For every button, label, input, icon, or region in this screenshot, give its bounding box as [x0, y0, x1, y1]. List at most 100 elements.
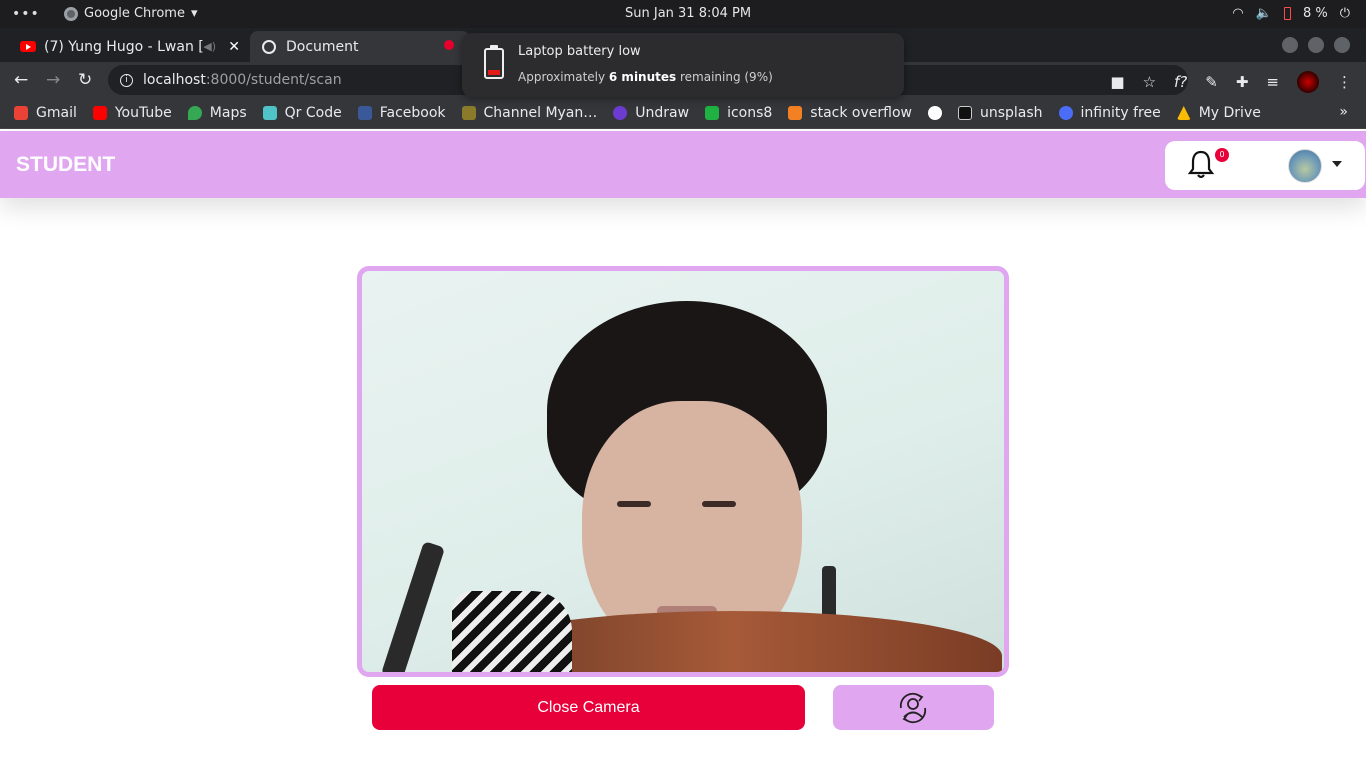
audio-icon[interactable]: ◀) — [203, 40, 216, 53]
facebook-icon — [357, 106, 372, 120]
extensions-puzzle-icon[interactable]: ✚ — [1236, 73, 1249, 91]
brand-title[interactable]: STUDENT — [16, 153, 115, 177]
window-controls — [1282, 37, 1350, 53]
bookmark-label: Channel Myan… — [483, 105, 598, 121]
globe-icon — [262, 39, 276, 54]
os-app-menu[interactable]: Google Chrome ▾ — [64, 6, 198, 21]
infinity-icon — [1058, 106, 1073, 120]
bookmark-stack-overflow[interactable]: stack overflow — [788, 105, 912, 121]
pen-extension-icon[interactable]: ✎ — [1205, 73, 1218, 91]
bookmark-label: My Drive — [1198, 105, 1261, 121]
bookmark-gmail[interactable]: Gmail — [14, 105, 77, 121]
bookmark-label: Maps — [209, 105, 247, 121]
undraw-icon — [613, 106, 628, 120]
site-info-icon[interactable]: i — [120, 73, 133, 87]
camera-chair-left — [380, 541, 446, 672]
qr-code-icon — [262, 106, 277, 120]
bookmark-unsplash[interactable]: unsplash — [957, 105, 1043, 121]
camera-feed — [357, 266, 1009, 677]
os-top-bar: ••• Google Chrome ▾ Sun Jan 31 8:04 PM ◠… — [0, 0, 1366, 28]
icons8-icon — [705, 106, 720, 120]
maps-pin-icon — [187, 106, 202, 120]
chrome-icon — [64, 6, 78, 21]
power-icon: ⏻ — [1339, 6, 1350, 21]
url-path: :8000/student/scan — [205, 72, 342, 88]
back-arrow-icon[interactable]: ← — [14, 70, 28, 90]
youtube-icon — [92, 106, 107, 120]
camera-eye-right — [702, 501, 736, 507]
bookmark-youtube[interactable]: YouTube — [92, 105, 172, 121]
more-menu-icon[interactable]: ⋮ — [1337, 73, 1352, 91]
google-drive-icon — [1176, 106, 1191, 120]
battery-low-icon — [484, 45, 504, 79]
notification-title: Laptop battery low — [518, 44, 641, 59]
close-icon[interactable]: ✕ — [228, 39, 240, 55]
os-status-area[interactable]: ◠ 🔈 8 % ⏻ — [1232, 6, 1350, 21]
close-window-button[interactable] — [1334, 37, 1350, 53]
reload-icon[interactable]: ↻ — [78, 70, 92, 90]
bookmark-label: infinity free — [1080, 105, 1161, 121]
bookmark-facebook[interactable]: Facebook — [357, 105, 446, 121]
close-camera-button[interactable]: Close Camera — [372, 685, 805, 730]
activities-menu-icon[interactable]: ••• — [12, 6, 40, 22]
profile-avatar-icon[interactable] — [1297, 71, 1319, 93]
tab-youtube[interactable]: (7) Yung Hugo - Lwan [ ◀) ✕ — [8, 31, 248, 62]
bookmark-label: Undraw — [635, 105, 690, 121]
stack-overflow-icon — [788, 106, 803, 120]
wifi-icon: ◠ — [1232, 6, 1244, 21]
battery-icon — [1283, 7, 1291, 20]
media-queue-icon[interactable]: ≡ — [1266, 73, 1279, 91]
os-app-name: Google Chrome — [84, 6, 185, 21]
bookmark-label: stack overflow — [810, 105, 912, 121]
battery-percent: 8 % — [1302, 6, 1328, 21]
forward-arrow-icon[interactable]: → — [46, 70, 60, 90]
volume-icon: 🔈 — [1255, 6, 1272, 21]
app-header: STUDENT 0 — [0, 131, 1366, 198]
bookmark-label: Qr Code — [284, 105, 342, 121]
url-host: localhost — [143, 72, 206, 88]
recording-indicator-icon — [444, 40, 454, 50]
maximize-button[interactable] — [1308, 37, 1324, 53]
notification-count-badge: 0 — [1215, 148, 1229, 162]
bookmarks-bar: Gmail YouTube Maps Qr Code Facebook Chan… — [0, 98, 1366, 129]
bookmark-undraw[interactable]: Undraw — [613, 105, 689, 121]
bookmark-unnamed[interactable] — [927, 106, 942, 120]
os-clock[interactable]: Sun Jan 31 8:04 PM — [625, 6, 751, 21]
bookmark-maps[interactable]: Maps — [187, 105, 247, 121]
font-extension-icon[interactable]: f? — [1174, 73, 1187, 91]
battery-low-notification[interactable]: Laptop battery low Approximately 6 minut… — [462, 33, 904, 97]
avatar[interactable] — [1288, 149, 1322, 183]
minimize-button[interactable] — [1282, 37, 1298, 53]
bookmark-label: Facebook — [379, 105, 446, 121]
bookmark-icons8[interactable]: icons8 — [705, 105, 772, 121]
notification-body: Approximately 6 minutes remaining (9%) — [518, 70, 773, 84]
toolbar-icons: ■ ☆ f? ✎ ✚ ≡ ⋮ — [1110, 71, 1352, 93]
bookmark-label: icons8 — [727, 105, 773, 121]
camera-scarf — [452, 591, 572, 672]
channel-myanmar-icon — [461, 106, 476, 120]
caret-down-icon[interactable] — [1332, 161, 1342, 167]
switch-camera-button[interactable] — [833, 685, 994, 730]
bookmark-label: Gmail — [36, 105, 77, 121]
gmail-icon — [14, 106, 28, 120]
bookmark-label: unsplash — [979, 105, 1043, 121]
bookmark-label: YouTube — [114, 105, 172, 121]
user-menu-box: 0 — [1165, 141, 1365, 190]
bookmark-my-drive[interactable]: My Drive — [1176, 105, 1261, 121]
bookmark-qr-code[interactable]: Qr Code — [262, 105, 342, 121]
tab-title: Document — [286, 38, 359, 55]
switch-camera-icon — [899, 692, 927, 724]
more-bookmarks-icon[interactable]: » — [1339, 104, 1348, 120]
bookmark-channel-myanmar[interactable]: Channel Myan… — [461, 105, 598, 121]
chevron-down-icon: ▾ — [190, 6, 198, 21]
bookmark-star-icon[interactable]: ☆ — [1143, 73, 1156, 91]
youtube-icon — [20, 41, 36, 52]
unsplash-icon — [957, 106, 972, 120]
tab-document[interactable]: Document — [250, 31, 470, 62]
camera-in-use-icon[interactable]: ■ — [1110, 73, 1124, 91]
world-icon — [927, 106, 942, 120]
bell-icon[interactable] — [1187, 149, 1215, 181]
bookmark-infinity-free[interactable]: infinity free — [1058, 105, 1161, 121]
tab-title: (7) Yung Hugo - Lwan [ — [44, 38, 204, 55]
camera-eye-left — [617, 501, 651, 507]
